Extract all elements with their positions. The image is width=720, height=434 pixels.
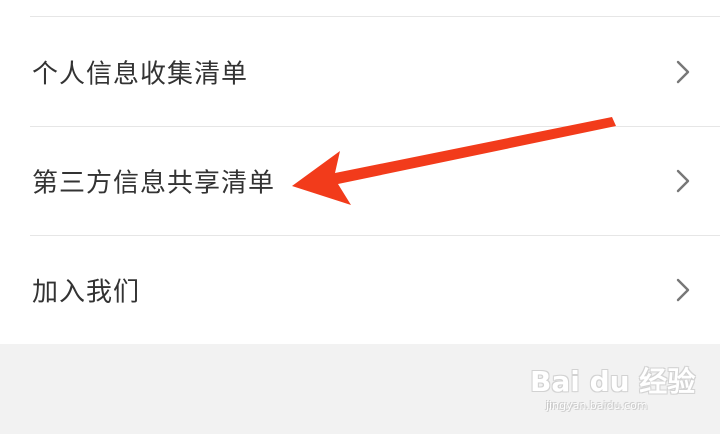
watermark-url: jingyan.baidu.com: [546, 399, 648, 412]
menu-item-label: 第三方信息共享清单: [32, 168, 276, 199]
watermark-logo-text: Bai du 经验: [530, 365, 696, 398]
menu-item-personal-info-list[interactable]: 个人信息收集清单: [0, 18, 720, 126]
settings-list: 个人信息收集清单 第三方信息共享清单 加入我们: [0, 0, 720, 344]
menu-item-third-party-sharing-list[interactable]: 第三方信息共享清单: [0, 127, 720, 235]
menu-item-label: 加入我们: [32, 277, 141, 308]
top-divider: [30, 16, 720, 17]
chevron-right-icon: [676, 278, 690, 302]
menu-item-label: 个人信息收集清单: [32, 59, 249, 90]
menu-item-join-us[interactable]: 加入我们: [0, 236, 720, 344]
chevron-right-icon: [676, 169, 690, 193]
chevron-right-icon: [676, 60, 690, 84]
baidu-jingyan-watermark: Bai du 经验 jingyan.baidu.com: [530, 352, 695, 418]
